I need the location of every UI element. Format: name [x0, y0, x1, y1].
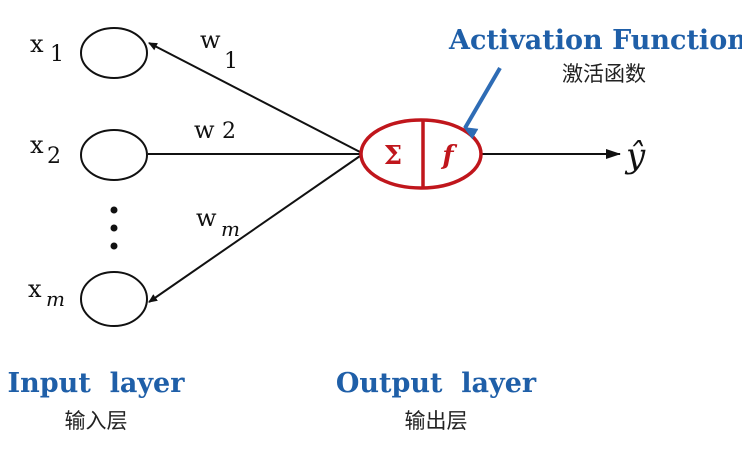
- connection-wm: [148, 155, 361, 303]
- connection-w1: [148, 42, 361, 153]
- output-layer-title: Output layer: [336, 368, 537, 399]
- input-label-m: x m: [28, 275, 65, 311]
- input-node-m: [80, 271, 148, 327]
- svg-text:2: 2: [47, 144, 61, 169]
- ellipsis-dot: [110, 242, 118, 250]
- svg-text:2: 2: [222, 119, 236, 144]
- activation-pointer-arrow: [463, 66, 502, 140]
- svg-text:w: w: [200, 26, 221, 54]
- svg-text:w: w: [194, 116, 215, 144]
- input-node-2: [80, 129, 148, 181]
- svg-text:x: x: [30, 131, 44, 159]
- svg-text:x: x: [30, 30, 44, 58]
- svg-text:x: x: [28, 275, 42, 303]
- ellipsis-dot: [110, 206, 118, 214]
- output-layer-subtitle: 输出层: [405, 409, 468, 433]
- input-node-1: [80, 27, 148, 79]
- input-layer-subtitle: 输入层: [65, 409, 128, 433]
- weight-label-2: w 2: [194, 116, 236, 144]
- ellipsis-dot: [110, 224, 118, 232]
- svg-text:m: m: [221, 217, 240, 241]
- output-label: ŷ: [624, 136, 646, 176]
- perceptron-diagram: Σ f x 1 x 2 x m w 1 w 2 w m ŷ Activation…: [8, 25, 742, 433]
- svg-text:1: 1: [224, 49, 238, 74]
- svg-text:m: m: [46, 287, 65, 311]
- svg-text:w: w: [196, 204, 217, 232]
- input-layer-title: Input layer: [8, 368, 186, 399]
- activation-subtitle: 激活函数: [562, 62, 646, 86]
- sum-symbol: Σ: [384, 141, 402, 171]
- input-label-2: x 2: [30, 131, 61, 169]
- weight-label-1: w 1: [200, 26, 238, 74]
- svg-text:1: 1: [50, 42, 64, 67]
- neuron-node: [359, 118, 483, 190]
- activation-title: Activation Function: [448, 25, 742, 56]
- weight-label-m: w m: [196, 204, 240, 241]
- input-label-1: x 1: [30, 30, 64, 67]
